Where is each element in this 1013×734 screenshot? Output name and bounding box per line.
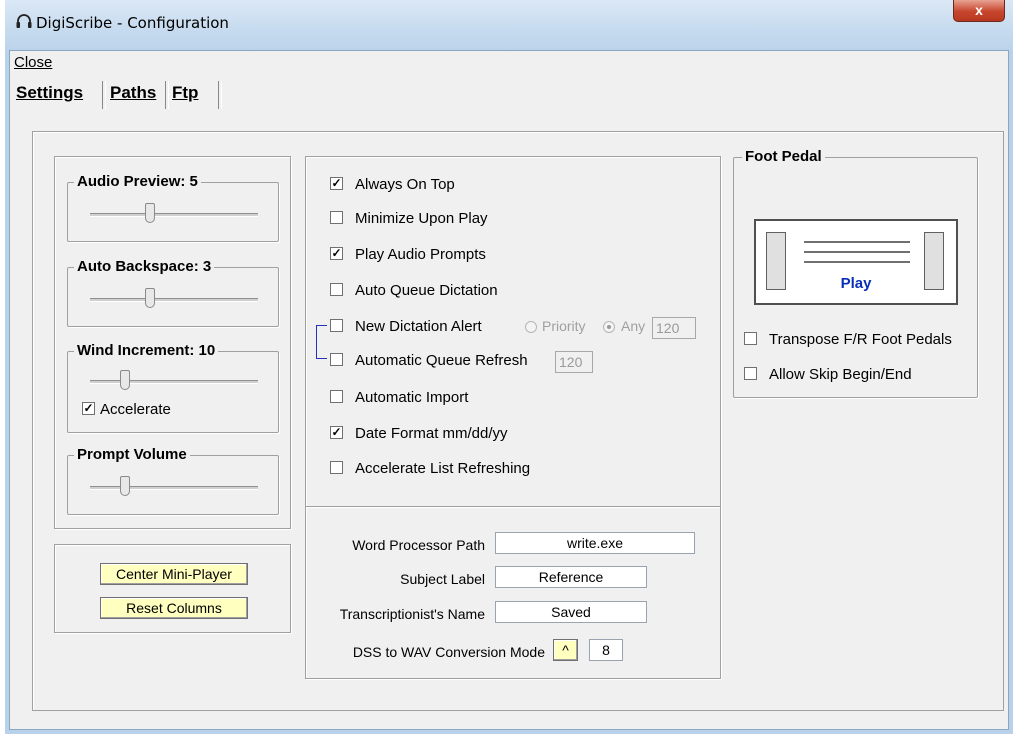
prompt-volume-slider[interactable]: [120, 476, 130, 496]
tab-ftp[interactable]: Ftp: [168, 77, 202, 109]
word-processor-label: Word Processor Path: [352, 537, 485, 553]
wind-increment-slider[interactable]: [120, 370, 130, 390]
word-processor-input[interactable]: write.exe: [495, 532, 695, 554]
accelerate-list-refreshing-label: Accelerate List Refreshing: [355, 460, 531, 477]
tab-settings[interactable]: Settings: [12, 77, 87, 109]
any-radio[interactable]: [603, 321, 615, 333]
foot-pedal-graphic: Play: [754, 219, 958, 305]
allow-skip-box[interactable]: [744, 367, 757, 380]
any-label: Any: [621, 318, 646, 334]
tab-separator: [218, 81, 222, 109]
wind-increment-group: Wind Increment: 10 ✓ Accelerate: [67, 342, 279, 433]
dss-conversion-label: DSS to WAV Conversion Mode: [352, 644, 545, 660]
transcriptionist-label: Transcriptionist's Name: [339, 606, 485, 622]
window-title: DigiScribe - Configuration: [36, 14, 229, 32]
menu-bar: Close: [10, 51, 1008, 75]
auto-backspace-track: [90, 298, 258, 302]
auto-backspace-group: Auto Backspace: 3: [67, 258, 279, 327]
always-on-top-label: Always On Top: [355, 176, 455, 193]
transpose-label: Transpose F/R Foot Pedals: [769, 331, 952, 348]
auto-queue-dictation-label: Auto Queue Dictation: [355, 282, 498, 299]
pedal-play-label[interactable]: Play: [756, 275, 956, 292]
dss-mode-input[interactable]: 8: [589, 639, 623, 661]
accelerate-list-refreshing-box[interactable]: [330, 461, 343, 474]
auto-queue-dictation-box[interactable]: [330, 283, 343, 296]
accelerate-label: Accelerate: [100, 401, 171, 418]
wind-increment-track: [90, 380, 258, 384]
reset-columns-button[interactable]: Reset Columns: [100, 597, 248, 619]
foot-pedal-title: Foot Pedal: [742, 148, 825, 165]
auto-backspace-label: Auto Backspace: 3: [74, 258, 215, 275]
play-audio-prompts-label: Play Audio Prompts: [355, 246, 486, 263]
subject-label-label: Subject Label: [400, 571, 485, 587]
prompt-volume-label: Prompt Volume: [74, 446, 190, 463]
new-dictation-alert-label: New Dictation Alert: [355, 318, 482, 335]
link-bracket: [316, 325, 327, 359]
priority-radio[interactable]: [525, 321, 537, 333]
tab-paths[interactable]: Paths: [106, 77, 160, 109]
minimize-upon-play-label: Minimize Upon Play: [355, 210, 488, 227]
wind-increment-label: Wind Increment: 10: [74, 342, 219, 359]
prompt-volume-group: Prompt Volume: [67, 446, 279, 515]
queue-refresh-interval-input[interactable]: 120: [555, 351, 593, 373]
audio-preview-track: [90, 213, 258, 217]
transpose-box[interactable]: [744, 332, 757, 345]
headphones-icon: [16, 14, 32, 28]
minimize-upon-play-box[interactable]: [330, 211, 343, 224]
title-bar[interactable]: DigiScribe - Configuration x: [5, 0, 1013, 50]
allow-skip-label: Allow Skip Begin/End: [769, 366, 912, 383]
always-on-top-box[interactable]: ✓: [330, 177, 343, 190]
accelerate-box[interactable]: ✓: [82, 402, 95, 415]
automatic-import-label: Automatic Import: [355, 389, 469, 406]
window-close-button[interactable]: x: [953, 0, 1005, 22]
transcriptionist-input[interactable]: Saved: [495, 601, 647, 623]
audio-preview-group: Audio Preview: 5: [67, 173, 279, 242]
new-dictation-alert-box[interactable]: [330, 319, 343, 332]
pedal-line: [804, 241, 910, 243]
close-icon: x: [975, 2, 983, 18]
menu-close[interactable]: Close: [14, 54, 52, 71]
dss-mode-button[interactable]: ^: [553, 639, 578, 661]
center-mini-player-button[interactable]: Center Mini-Player: [100, 563, 248, 585]
prompt-volume-track: [90, 486, 258, 490]
auto-backspace-slider[interactable]: [145, 288, 155, 308]
date-format-label: Date Format mm/dd/yy: [355, 425, 508, 442]
date-format-box[interactable]: ✓: [330, 426, 343, 439]
subject-label-input[interactable]: Reference: [495, 566, 647, 588]
audio-preview-label: Audio Preview: 5: [74, 173, 201, 190]
automatic-queue-refresh-label: Automatic Queue Refresh: [355, 352, 528, 369]
priority-label: Priority: [542, 318, 586, 334]
automatic-queue-refresh-box[interactable]: [330, 353, 343, 366]
alert-interval-input[interactable]: 120: [652, 317, 696, 339]
pedal-line: [804, 251, 910, 253]
pedal-line: [804, 261, 910, 263]
play-audio-prompts-box[interactable]: ✓: [330, 247, 343, 260]
button-section: [54, 544, 291, 633]
automatic-import-box[interactable]: [330, 390, 343, 403]
audio-preview-slider[interactable]: [145, 203, 155, 223]
